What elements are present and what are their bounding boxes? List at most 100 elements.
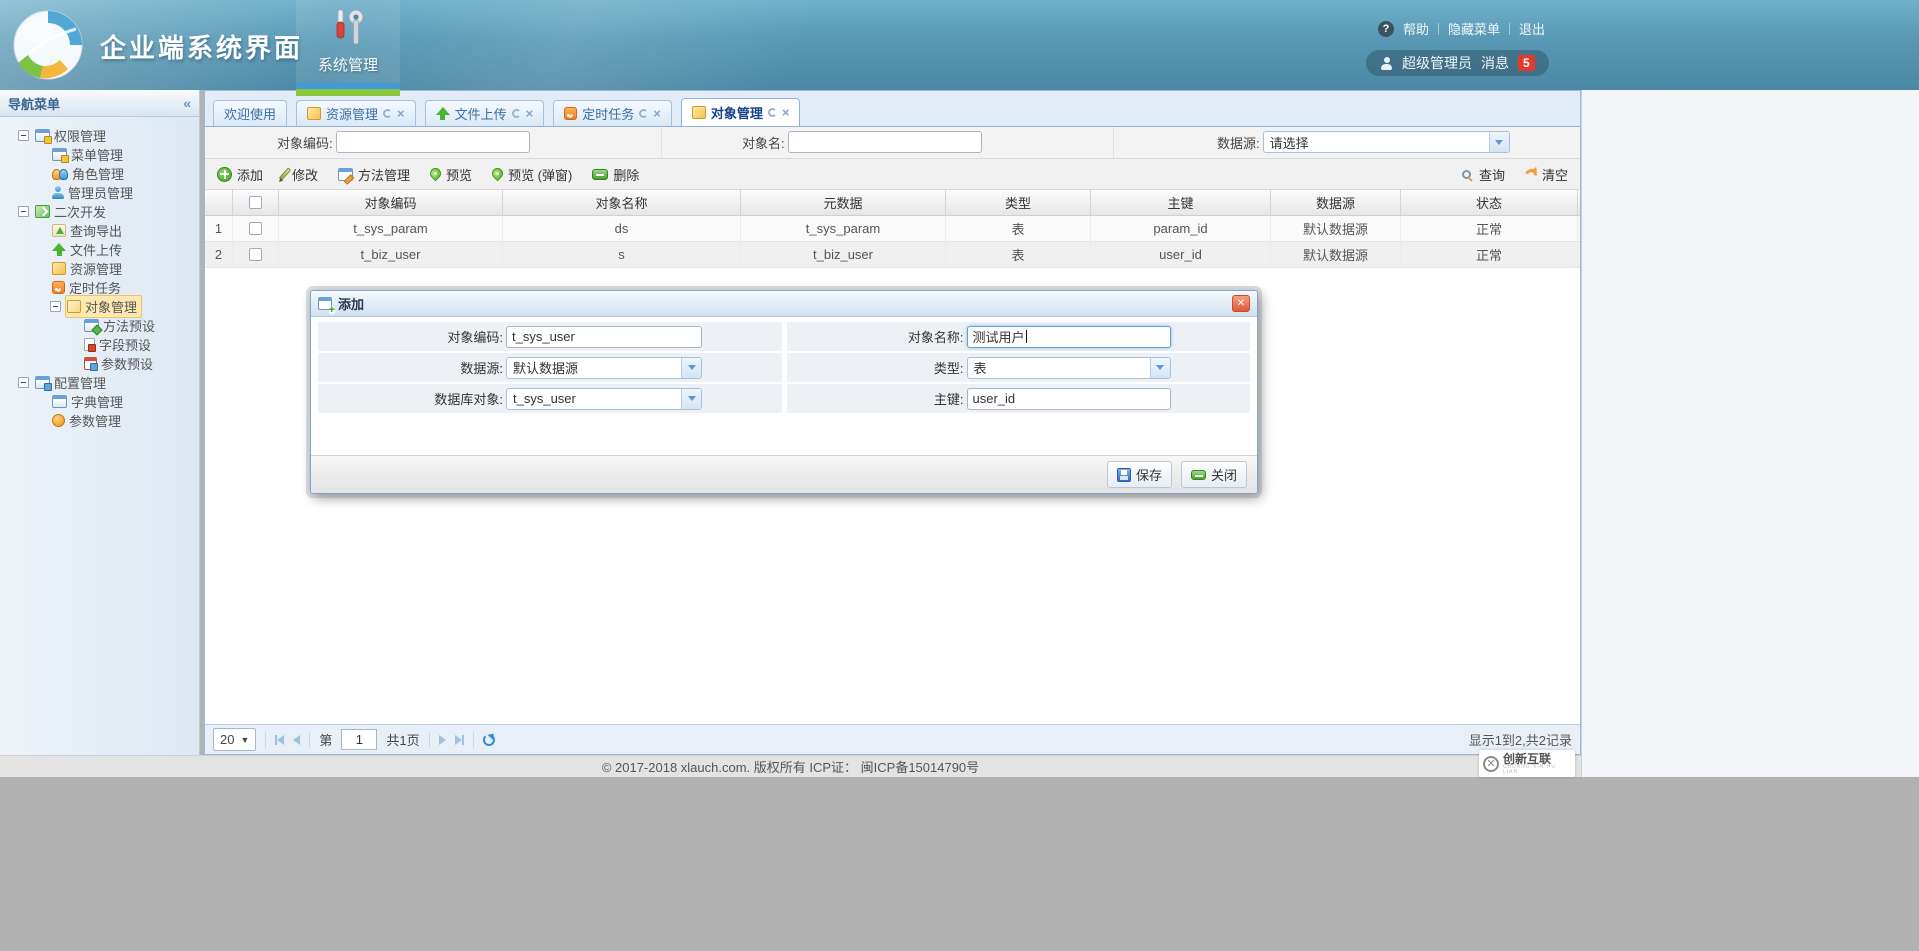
tree-node-label: 参数管理 [69,411,121,430]
prev-page-button[interactable] [293,735,300,745]
app-header: 企业端系统界面 系统管理 帮助 隐藏菜单 退出 [0,0,1919,90]
tab-资源管理[interactable]: 资源管理 [296,100,416,126]
close-button[interactable]: 关闭 [1181,461,1247,488]
dialog-field: 主键:user_id [787,384,1251,413]
text-cursor [1026,330,1027,343]
messages-link[interactable]: 消息 [1481,53,1509,73]
toolbar-button-删除[interactable]: 删除 [592,165,639,184]
chevron-down-icon: ▼ [240,735,249,745]
logout-link[interactable]: 退出 [1519,19,1545,38]
tab-close-icon[interactable] [653,109,661,119]
app-logo-icon [10,7,86,88]
field-combobox[interactable]: 表 [967,357,1171,379]
save-button[interactable]: 保存 [1107,461,1172,488]
export-icon [52,224,66,237]
select-all-checkbox[interactable] [249,196,262,209]
menu-item-system-management[interactable]: 系统管理 [296,0,400,96]
tab-文件上传[interactable]: 文件上传 [425,100,545,126]
clear-icon [1523,166,1539,182]
chevron-down-icon [688,396,696,401]
watermark: 创新互联 CHUANG XIN HU LIAN [1479,750,1575,777]
tab-定时任务[interactable]: 定时任务 [553,100,672,126]
page-size-select[interactable]: 20 ▼ [213,728,256,751]
tab-欢迎使用[interactable]: 欢迎使用 [213,100,287,126]
tab-refresh-icon[interactable] [768,108,777,117]
last-page-button[interactable] [455,735,464,745]
tab-refresh-icon[interactable] [512,109,521,118]
page-number-input[interactable] [341,729,377,750]
field-input[interactable]: t_sys_user [506,326,702,348]
dialog-form-row: 对象编码:t_sys_user对象名称:测试用户 [318,322,1250,351]
field-label: 对象名称: [787,327,967,346]
tab-close-icon[interactable] [397,109,405,119]
toolbar-button-预览 (弹窗)[interactable]: 预览 (弹窗) [492,165,572,184]
sidebar-item-方法预设[interactable]: 方法预设 [0,316,199,335]
datasource-select[interactable]: 请选择 [1263,131,1510,153]
tab-refresh-icon[interactable] [383,109,392,118]
dialog-body: 对象编码:t_sys_user对象名称:测试用户数据源:默认数据源类型:表数据库… [311,317,1257,455]
filter-row: 对象编码: 对象名: 数据源: 请选择 [205,127,1580,159]
toolbar-button-查询[interactable]: 查询 [1462,165,1505,184]
toolbar-button-修改[interactable]: 修改 [283,165,318,184]
param-cal-icon [84,357,97,370]
field-combobox[interactable]: 默认数据源 [506,357,702,379]
toolbar-button-清空[interactable]: 清空 [1525,165,1568,184]
row-checkbox[interactable] [249,222,262,235]
dropdown-button[interactable] [1489,132,1509,152]
collapse-sidebar-icon[interactable]: « [183,95,191,111]
table-cell: t_biz_user [279,242,503,267]
tab-close-icon[interactable] [782,108,790,118]
add-window-icon [318,297,332,310]
add-icon [217,167,232,182]
row-checkbox[interactable] [249,248,262,261]
toolbar-button-添加[interactable]: 添加 [217,165,263,184]
dialog-close-icon[interactable] [1232,295,1250,312]
input-value: user_id [973,391,1016,406]
pin-icon [428,165,444,181]
object-code-input[interactable] [336,131,530,153]
table-row[interactable]: 1t_sys_paramdst_sys_param表param_id默认数据源正… [205,216,1580,242]
table-cell: 表 [946,216,1091,241]
tab-对象管理[interactable]: 对象管理 [681,98,801,126]
field-input[interactable]: user_id [967,388,1171,410]
hide-menu-link[interactable]: 隐藏菜单 [1448,19,1500,38]
object-name-input[interactable] [788,131,982,153]
save-icon [1117,468,1131,482]
footer-bar: © 2017-2018 xlauch.com. 版权所有 ICP证： 闽ICP备… [0,755,1581,777]
tree-expander-icon[interactable] [18,206,29,217]
box-yellow-icon [307,107,321,120]
table-cell: t_sys_param [279,216,503,241]
users-icon [52,167,68,180]
table-row[interactable]: 2t_biz_userst_biz_user表user_id默认数据源正常 [205,242,1580,268]
sidebar-item-参数管理[interactable]: 参数管理 [0,411,199,430]
tab-close-icon[interactable] [526,109,534,119]
header-links: 帮助 隐藏菜单 退出 [1378,19,1545,38]
divider [265,732,266,748]
tab-bar: 欢迎使用资源管理 文件上传 定时任务对象管理 [205,91,1580,127]
divider [1438,23,1439,35]
dialog-form-row: 数据库对象:t_sys_user主键:user_id [318,384,1250,413]
config-icon [35,376,50,389]
tree-expander-icon[interactable] [50,301,61,312]
toolbar-button-label: 删除 [613,165,639,184]
refresh-icon[interactable] [483,734,495,746]
help-link[interactable]: 帮助 [1403,19,1429,38]
tab-label: 文件上传 [455,104,507,123]
dropdown-button[interactable] [1150,358,1170,378]
dropdown-button[interactable] [681,389,701,409]
toolbar-button-预览[interactable]: 预览 [430,165,472,184]
tree-expander-icon[interactable] [18,377,29,388]
field-input[interactable]: 测试用户 [967,326,1171,348]
toolbar-button-方法管理[interactable]: 方法管理 [338,165,410,184]
tree-expander-icon[interactable] [18,130,29,141]
divider [1113,127,1114,158]
message-count-badge[interactable]: 5 [1518,55,1535,71]
field-label: 类型: [787,358,967,377]
dropdown-button[interactable] [681,358,701,378]
next-page-button[interactable] [439,735,446,745]
field-combobox[interactable]: t_sys_user [506,388,702,410]
first-page-button[interactable] [275,735,284,745]
tab-refresh-icon[interactable] [639,109,648,118]
dialog-form-row: 数据源:默认数据源类型:表 [318,353,1250,382]
user-icon [1380,57,1393,70]
